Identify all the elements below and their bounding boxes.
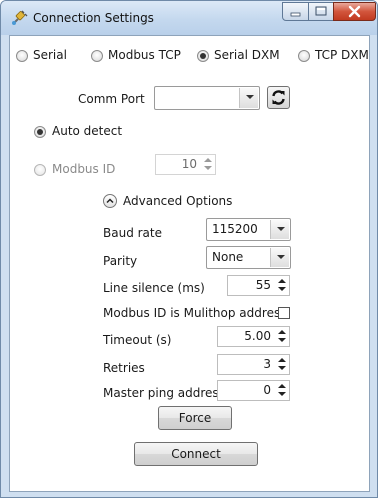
radio-tcp-dxm[interactable] xyxy=(298,50,310,62)
multihop-label[interactable]: Modbus ID is Mulithop address xyxy=(103,306,286,320)
modbus-id-spinner[interactable]: 10 xyxy=(155,154,216,175)
line-silence-label: Line silence (ms) xyxy=(103,281,205,295)
chevron-down-icon[interactable] xyxy=(270,220,289,239)
title-bar[interactable]: Connection Settings xyxy=(1,1,377,35)
chevron-up-icon xyxy=(106,198,114,204)
spinner-arrows-icon[interactable] xyxy=(203,156,212,173)
radio-tcp-dxm-label[interactable]: TCP DXM xyxy=(315,48,369,62)
baud-rate-value: 115200 xyxy=(212,222,258,236)
master-ping-spinner[interactable]: 0 xyxy=(217,380,290,401)
line-silence-spinner[interactable]: 55 xyxy=(227,275,290,296)
retries-label: Retries xyxy=(103,361,145,375)
modbus-id-radio[interactable] xyxy=(34,164,46,176)
radio-serial-dxm-label[interactable]: Serial DXM xyxy=(214,48,280,62)
radio-serial[interactable] xyxy=(16,50,28,62)
advanced-options-toggle[interactable] xyxy=(103,194,117,208)
comm-port-select[interactable] xyxy=(154,86,260,110)
advanced-options-label[interactable]: Advanced Options xyxy=(123,194,232,208)
retries-value: 3 xyxy=(263,357,271,371)
spinner-arrows-icon[interactable] xyxy=(277,277,286,294)
baud-rate-label: Baud rate xyxy=(103,226,162,240)
timeout-value: 5.00 xyxy=(244,329,271,343)
parity-value: None xyxy=(212,250,244,264)
auto-detect-radio[interactable] xyxy=(34,126,46,138)
spinner-arrows-icon[interactable] xyxy=(277,328,286,345)
close-icon xyxy=(348,5,361,18)
timeout-label: Timeout (s) xyxy=(103,333,172,347)
parity-select[interactable]: None xyxy=(206,246,291,269)
auto-detect-label[interactable]: Auto detect xyxy=(52,124,122,138)
radio-modbus-tcp[interactable] xyxy=(91,50,103,62)
radio-serial-dxm[interactable] xyxy=(197,50,209,62)
refresh-button[interactable] xyxy=(267,86,290,109)
master-ping-value: 0 xyxy=(263,383,271,397)
window-title: Connection Settings xyxy=(33,11,154,25)
radio-modbus-tcp-label[interactable]: Modbus TCP xyxy=(108,48,181,62)
timeout-spinner[interactable]: 5.00 xyxy=(217,326,290,347)
multihop-checkbox[interactable] xyxy=(278,307,290,319)
plug-icon xyxy=(12,10,28,25)
chevron-down-icon[interactable] xyxy=(239,88,258,108)
connect-button[interactable]: Connect xyxy=(134,442,258,466)
maximize-icon xyxy=(315,6,327,16)
refresh-icon xyxy=(272,90,285,105)
spinner-arrows-icon[interactable] xyxy=(277,356,286,373)
minimize-icon xyxy=(290,12,301,17)
baud-rate-select[interactable]: 115200 xyxy=(206,218,291,241)
line-silence-value: 55 xyxy=(255,278,271,292)
force-button[interactable]: Force xyxy=(158,406,232,430)
radio-serial-label[interactable]: Serial xyxy=(33,48,67,62)
master-ping-label: Master ping address xyxy=(103,386,225,400)
connection-settings-window: Connection Settings Serial Modbus TCP Se… xyxy=(0,0,378,498)
spinner-arrows-icon[interactable] xyxy=(277,382,286,399)
parity-label: Parity xyxy=(103,254,138,268)
close-button[interactable] xyxy=(333,2,376,21)
retries-spinner[interactable]: 3 xyxy=(217,354,290,375)
chevron-down-icon[interactable] xyxy=(270,248,289,267)
minimize-button[interactable] xyxy=(282,2,309,21)
modbus-id-value: 10 xyxy=(181,157,197,171)
settings-panel: Serial Modbus TCP Serial DXM TCP DXM Com… xyxy=(9,35,370,492)
modbus-id-label[interactable]: Modbus ID xyxy=(52,162,115,176)
comm-port-label: Comm Port xyxy=(78,92,145,106)
maximize-button[interactable] xyxy=(308,2,334,21)
